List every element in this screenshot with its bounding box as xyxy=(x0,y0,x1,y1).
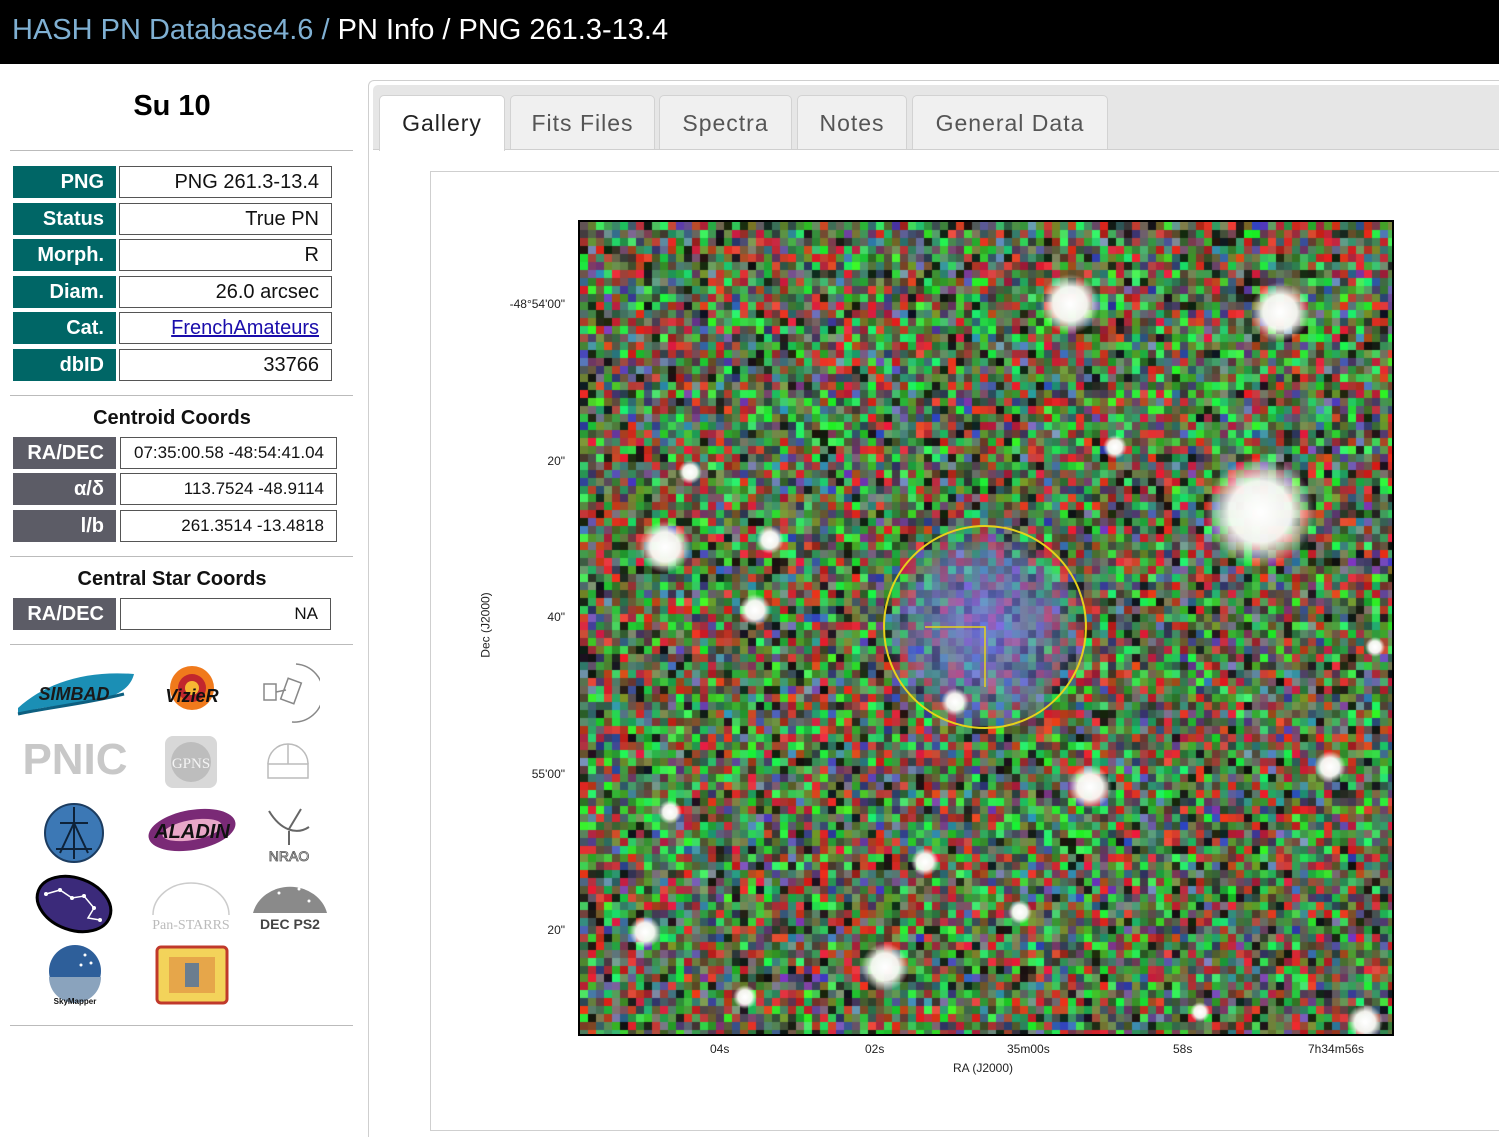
field-value: R xyxy=(119,239,332,271)
breadcrumb-root-link[interactable]: HASH PN Database4.6 xyxy=(12,14,313,46)
constellation-logo[interactable] xyxy=(32,872,116,936)
divider xyxy=(10,1025,353,1026)
simbad-icon: SIMBAD xyxy=(17,673,134,716)
coord-value: NA xyxy=(120,598,331,630)
logo-text: Pan-STARRS xyxy=(152,918,229,933)
field-value: 33766 xyxy=(119,349,332,381)
x-tick-label: 35m00s xyxy=(1007,1042,1050,1056)
aladin-logo[interactable]: ALADIN xyxy=(144,804,240,858)
breadcrumb-separator: / xyxy=(434,14,459,46)
coord-label: RA/DEC xyxy=(13,598,116,630)
field-value: 26.0 arcsec xyxy=(119,276,332,308)
main-panel: Gallery Fits Files Spectra Notes General… xyxy=(368,80,1499,1137)
tab-general-data[interactable]: General Data xyxy=(912,95,1108,149)
coord-value: 261.3514 -13.4818 xyxy=(120,510,337,542)
tab-spectra[interactable]: Spectra xyxy=(659,95,792,149)
telescope-globe-logo[interactable] xyxy=(40,800,108,866)
sidebar: Su 10 PNG PNG 261.3-13.4 Status True PN … xyxy=(0,64,364,1136)
object-name: Su 10 xyxy=(133,90,211,122)
catalog-link[interactable]: FrenchAmateurs xyxy=(171,317,319,339)
aladin-icon: ALADIN xyxy=(148,808,236,852)
field-value: PNG 261.3-13.4 xyxy=(119,166,332,198)
field-label: PNG xyxy=(13,166,116,198)
tab-bar: Gallery Fits Files Spectra Notes General… xyxy=(373,85,1499,151)
field-label: Cat. xyxy=(13,312,116,344)
logo-text: GPNS xyxy=(172,756,210,772)
satellite-icon xyxy=(263,663,320,723)
aperture-overlay xyxy=(883,525,1087,729)
field-label: dbID xyxy=(13,349,116,381)
y-tick-label: 40" xyxy=(547,610,565,624)
decaps-logo[interactable]: DEC PS2 xyxy=(248,872,332,934)
y-tick-label: 20" xyxy=(547,923,565,937)
coord-label: l/b xyxy=(13,510,116,542)
x-axis-title: RA (J2000) xyxy=(953,1061,1014,1075)
divider xyxy=(10,556,353,557)
coord-label: RA/DEC xyxy=(13,437,116,469)
x-tick-label: 02s xyxy=(865,1042,885,1056)
y-tick-label: -48°54'00" xyxy=(509,297,565,311)
field-label: Diam. xyxy=(13,276,116,308)
field-label: Status xyxy=(13,203,116,235)
breadcrumb: HASH PN Database4.6 / PN Info / PNG 261.… xyxy=(12,12,668,48)
logo-text: NRAO xyxy=(269,848,310,864)
vizier-logo[interactable]: VizieR xyxy=(158,660,226,724)
nrao-icon: NRAO xyxy=(268,808,310,864)
x-tick-label: 58s xyxy=(1173,1042,1193,1056)
simbad-logo[interactable]: SIMBAD xyxy=(14,664,136,720)
centroid-coords-title: Centroid Coords xyxy=(93,407,251,429)
breadcrumb-separator: / xyxy=(313,14,338,46)
skymapper-icon: SkyMapper xyxy=(49,945,101,1006)
breadcrumb-section[interactable]: PN Info xyxy=(338,14,435,46)
divider xyxy=(10,644,353,645)
archive-logo[interactable] xyxy=(154,944,230,1006)
logo-text: VizieR xyxy=(165,686,218,706)
decaps-icon: DEC PS2 xyxy=(253,886,327,932)
central-star-coords-title: Central Star Coords xyxy=(77,568,267,590)
x-tick-label: 04s xyxy=(710,1042,730,1056)
logo-text: SIMBAD xyxy=(39,684,110,704)
coord-label: α/δ xyxy=(13,473,116,505)
field-label: Morph. xyxy=(13,239,116,271)
telescope-globe-icon xyxy=(44,803,104,863)
y-tick-label: 20" xyxy=(547,454,565,468)
panstarrs-icon: Pan-STARRS xyxy=(152,882,230,933)
x-tick-label: 7h34m56s xyxy=(1308,1042,1365,1056)
coord-value: 07:35:00.58 -48:54:41.04 xyxy=(120,437,337,469)
nrao-logo[interactable]: NRAO xyxy=(260,800,318,866)
tab-gallery[interactable]: Gallery xyxy=(379,95,505,151)
observatory-icon xyxy=(267,743,309,779)
coord-value: 113.7524 -48.9114 xyxy=(120,473,337,505)
gallery-image-frame: -48°54'00" 20" 40" 55'00" 20" Dec (J2000… xyxy=(430,171,1499,1131)
field-value: FrenchAmateurs xyxy=(119,312,332,344)
pnic-logo[interactable]: PNIC xyxy=(14,730,136,790)
top-bar: HASH PN Database4.6 / PN Info / PNG 261.… xyxy=(0,0,1499,64)
logo-text: DEC PS2 xyxy=(260,916,320,932)
gpns-icon: GPNS xyxy=(165,736,217,788)
y-axis-title: Dec (J2000) xyxy=(478,592,493,658)
field-value: True PN xyxy=(119,203,332,235)
constellation-icon xyxy=(35,874,113,934)
panstarrs-logo[interactable]: Pan-STARRS xyxy=(146,872,236,934)
y-tick-label: 55'00" xyxy=(531,767,565,781)
skymapper-logo[interactable]: SkyMapper xyxy=(40,942,110,1008)
logo-text: SkyMapper xyxy=(54,997,97,1006)
logo-text: ALADIN xyxy=(153,821,230,843)
centroid-marker xyxy=(925,626,986,687)
divider xyxy=(10,150,353,151)
gpns-logo[interactable]: GPNS xyxy=(160,732,222,792)
breadcrumb-current: PNG 261.3-13.4 xyxy=(458,14,669,46)
observatory-logo[interactable] xyxy=(260,736,316,784)
vizier-icon: VizieR xyxy=(165,666,219,710)
satellite-logo[interactable] xyxy=(256,660,320,724)
tab-fits-files[interactable]: Fits Files xyxy=(510,95,655,149)
logo-text: PNIC xyxy=(22,735,128,784)
archive-icon xyxy=(155,945,229,1005)
tab-notes[interactable]: Notes xyxy=(797,95,907,149)
divider xyxy=(10,395,353,396)
